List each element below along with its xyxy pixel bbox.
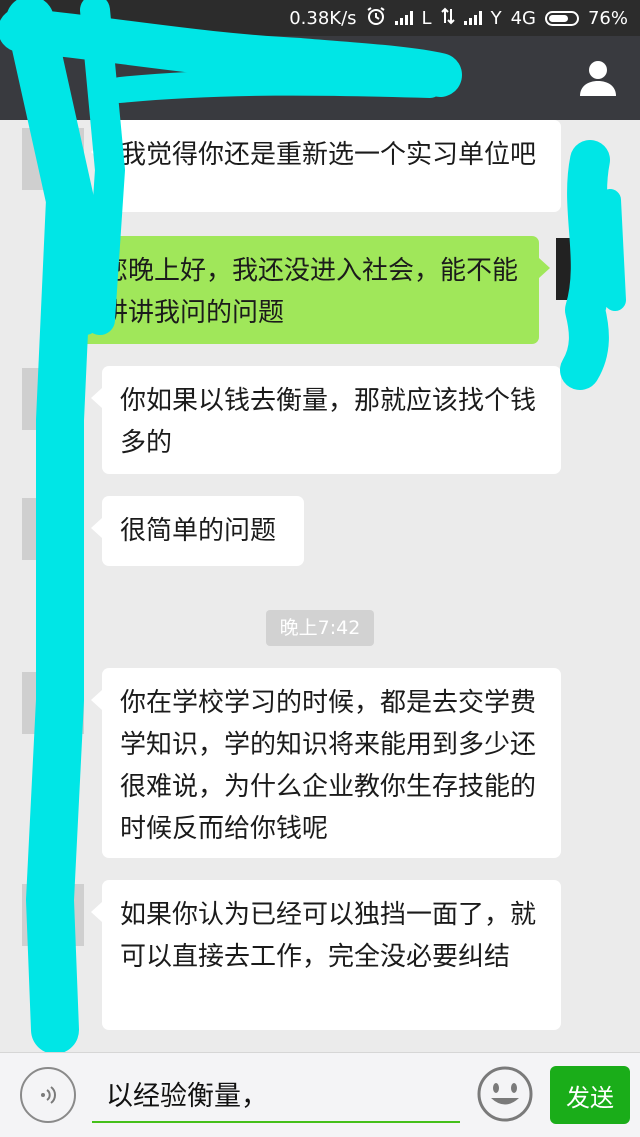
avatar[interactable] (22, 128, 84, 190)
carrier-2: Y (490, 7, 502, 29)
status-bar: 13 0.38K/s L Y 4G 76% (0, 0, 640, 36)
message-input[interactable] (92, 1065, 460, 1123)
message-text: 我觉得你还是重新选一个实习单位吧 (120, 140, 537, 170)
message-bubble-incoming[interactable]: 很简单的问题 (91, 496, 304, 566)
avatar-self[interactable] (556, 238, 618, 300)
contact-info-button[interactable] (576, 56, 620, 100)
status-indicators: 0.38K/s L Y 4G 76% (289, 6, 628, 30)
message-bubble-incoming[interactable]: 你如果以钱去衡量，那就应该找个钱多的 (91, 366, 561, 474)
avatar[interactable] (22, 368, 84, 430)
voice-input-button[interactable] (20, 1067, 76, 1123)
message-text: 很简单的问题 (120, 516, 277, 546)
message-bubble-outgoing[interactable]: 您晚上好，我还没进入社会，能不能讲讲我问的问题 (80, 236, 550, 344)
avatar[interactable] (22, 884, 84, 946)
send-button[interactable]: 发送 (550, 1066, 630, 1124)
input-bar: 发送 (0, 1052, 640, 1137)
battery-percent: 76% (587, 7, 628, 29)
net-speed: 0.38K/s (289, 7, 357, 29)
network-type: 4G (510, 7, 536, 29)
emoji-button[interactable] (476, 1065, 534, 1123)
message-bubble-incoming[interactable]: 如果你认为已经可以独挡一面了，就可以直接去工作，完全没必要纠结 (91, 880, 561, 1030)
status-time: 13 (12, 6, 35, 27)
message-timestamp: 晚上7:42 (266, 610, 374, 646)
alarm-icon (366, 6, 386, 31)
voice-icon (41, 1086, 56, 1104)
avatar[interactable] (22, 672, 84, 734)
carrier-1: L (421, 7, 432, 29)
title-bar (0, 36, 640, 120)
battery-icon (544, 10, 579, 26)
message-bubble-incoming[interactable]: 我觉得你还是重新选一个实习单位吧 (91, 120, 561, 212)
signal-icon-2 (463, 11, 482, 25)
person-icon (580, 61, 616, 96)
message-bubble-incoming[interactable]: 你在学校学习的时候，都是去交学费学知识，学的知识将来能用到多少还很难说，为什么企… (91, 668, 561, 858)
message-text: 你在学校学习的时候，都是去交学费学知识，学的知识将来能用到多少还很难说，为什么企… (120, 688, 537, 844)
message-text: 您晚上好，我还没进入社会，能不能讲讲我问的问题 (102, 256, 519, 328)
signal-icon (394, 11, 413, 25)
chat-area[interactable]: 我觉得你还是重新选一个实习单位吧 您晚上好，我还没进入社会，能不能讲讲我问的问题… (0, 120, 640, 1052)
smiley-icon (477, 1066, 533, 1122)
message-text: 如果你认为已经可以独挡一面了，就可以直接去工作，完全没必要纠结 (120, 900, 537, 972)
data-transfer-icon (440, 7, 455, 30)
avatar[interactable] (22, 498, 84, 560)
message-text: 你如果以钱去衡量，那就应该找个钱多的 (120, 386, 537, 458)
